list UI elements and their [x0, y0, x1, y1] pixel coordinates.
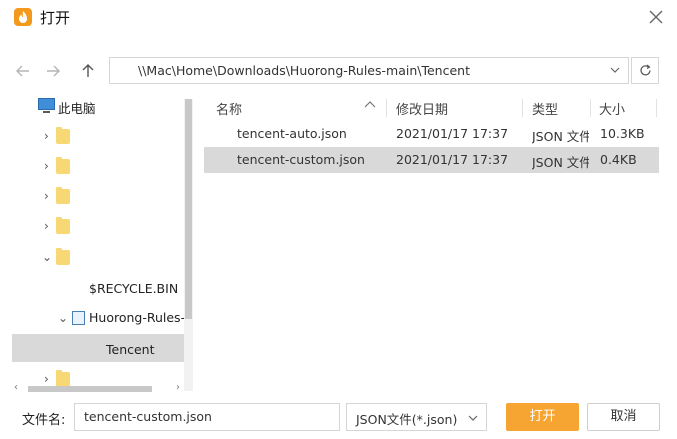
tree-item-huorong-rules[interactable]: ⌄ Huorong-Rules- [12, 304, 186, 332]
chevron-right-icon[interactable]: › [44, 159, 49, 173]
filename-label: 文件名: [22, 413, 66, 428]
column-header-name[interactable]: 名称 [216, 99, 242, 118]
huorong-app-icon [14, 8, 32, 26]
tree-item-label: Huorong-Rules- [89, 310, 186, 325]
file-size: 0.4KB [600, 152, 637, 167]
filetype-value: JSON文件(*.json) [356, 412, 458, 427]
column-header-type[interactable]: 类型 [532, 99, 558, 118]
file-list: 名称 修改日期 类型 大小 tencent-auto.json 2021/01/… [204, 95, 669, 395]
title-bar: 打开 [0, 0, 677, 34]
tree-item-folder-expanded[interactable]: ⌄ [12, 243, 184, 271]
chevron-down-icon[interactable] [610, 66, 620, 74]
chevron-right-icon[interactable]: › [44, 189, 49, 203]
arrow-left-icon [16, 65, 29, 77]
scrollbar-thumb[interactable] [185, 99, 192, 319]
forward-button[interactable] [43, 61, 63, 81]
filetype-select[interactable]: JSON文件(*.json) [346, 403, 487, 431]
chevron-down-icon[interactable]: ⌄ [42, 250, 52, 264]
scroll-left-icon[interactable]: ‹ [14, 382, 18, 393]
cancel-button[interactable]: 取消 [587, 403, 660, 431]
chevron-down-icon [468, 415, 478, 421]
chevron-right-icon[interactable]: › [44, 219, 49, 233]
tree-item-folder[interactable]: › [12, 212, 184, 240]
file-row[interactable]: tencent-auto.json 2021/01/17 17:37 JSON … [204, 121, 659, 147]
file-name: tencent-custom.json [237, 152, 365, 167]
tree-item-folder[interactable]: › [12, 122, 184, 150]
tree-item-folder[interactable]: › [12, 152, 184, 180]
file-name: tencent-auto.json [237, 126, 347, 141]
computer-icon [38, 98, 55, 113]
scrollbar-thumb[interactable] [28, 386, 152, 392]
close-button[interactable] [643, 4, 669, 30]
folder-icon [56, 157, 70, 174]
address-path: \\Mac\Home\Downloads\Huorong-Rules-main\… [138, 63, 470, 78]
file-size: 10.3KB [600, 126, 645, 141]
address-bar[interactable]: \\Mac\Home\Downloads\Huorong-Rules-main\… [109, 57, 629, 84]
refresh-icon [640, 64, 651, 76]
tree-item-label: Tencent [106, 342, 155, 357]
file-date: 2021/01/17 17:37 [396, 126, 509, 141]
chevron-down-icon[interactable]: ⌄ [58, 311, 68, 325]
up-button[interactable] [78, 61, 98, 81]
file-type: JSON 文件 [532, 155, 589, 170]
column-header-size[interactable]: 大小 [599, 99, 625, 118]
folder-icon [56, 217, 70, 234]
tree-item-this-pc[interactable]: 此电脑 [12, 95, 184, 123]
tree-item-folder[interactable]: › [12, 182, 184, 210]
folder-icon [56, 248, 70, 265]
tree-item-recycle-bin[interactable]: $RECYCLE.BIN [12, 273, 184, 301]
network-share-icon [72, 311, 85, 325]
dialog-footer: 文件名: tencent-custom.json JSON文件(*.json) … [0, 395, 677, 439]
column-divider[interactable] [590, 99, 591, 117]
tree-item-tencent[interactable]: Tencent [12, 334, 184, 362]
open-button[interactable]: 打开 [506, 403, 579, 431]
file-type: JSON 文件 [532, 129, 589, 144]
arrow-up-icon [82, 64, 94, 77]
folder-icon [56, 187, 70, 204]
chevron-right-icon[interactable]: › [44, 129, 49, 143]
column-header-date[interactable]: 修改日期 [396, 99, 448, 118]
column-divider[interactable] [522, 99, 523, 117]
file-row-selected[interactable]: tencent-custom.json 2021/01/17 17:37 JSO… [204, 147, 659, 173]
scroll-right-icon[interactable]: › [176, 382, 180, 393]
back-button[interactable] [13, 61, 33, 81]
tree-item-label: 此电脑 [58, 101, 96, 116]
tree-horizontal-scrollbar[interactable]: ‹ › [12, 382, 184, 394]
window-title: 打开 [40, 9, 71, 27]
arrow-right-icon [47, 65, 60, 77]
column-divider[interactable] [386, 99, 387, 117]
tree-item-label: $RECYCLE.BIN [89, 281, 179, 296]
column-divider[interactable] [656, 99, 657, 117]
refresh-button[interactable] [631, 57, 659, 84]
sort-ascending-icon [364, 101, 376, 108]
tree-vertical-scrollbar[interactable] [184, 99, 193, 391]
folder-tree: 此电脑 › › › › ⌄ $RECYCLE.BIN ⌄ Huorong-Rul… [12, 95, 197, 395]
close-icon [649, 10, 663, 24]
folder-icon [56, 127, 70, 144]
filename-input[interactable]: tencent-custom.json [74, 403, 340, 431]
file-date: 2021/01/17 17:37 [396, 152, 509, 167]
